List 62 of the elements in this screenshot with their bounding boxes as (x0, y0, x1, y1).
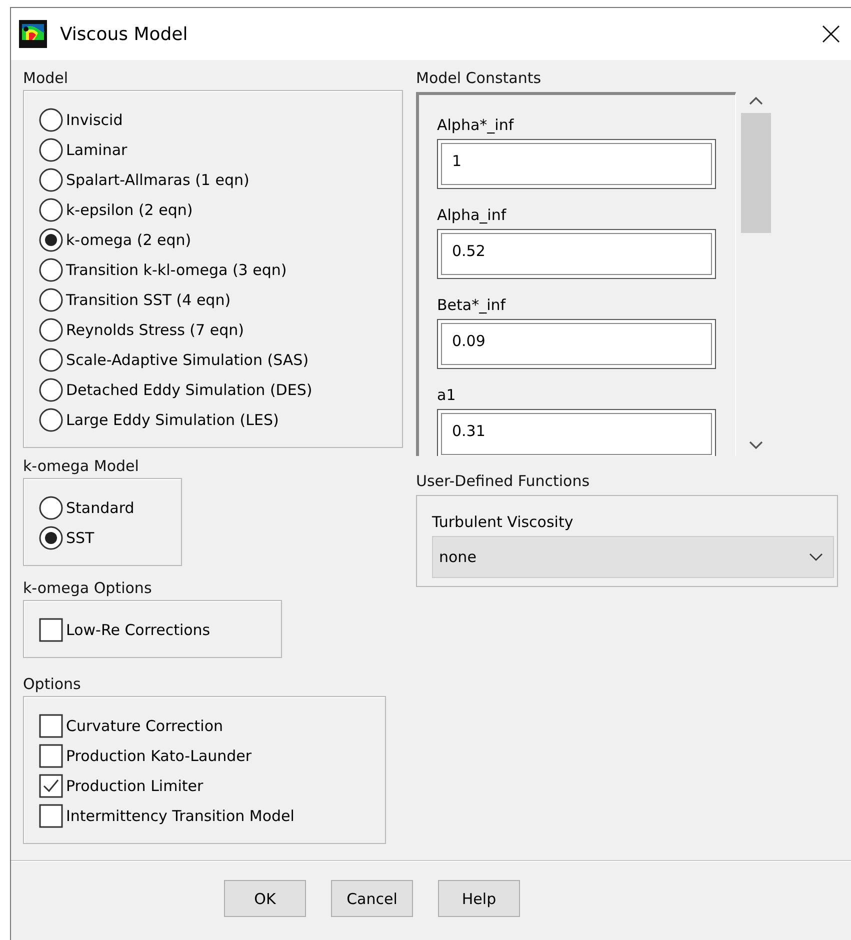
radio-button[interactable] (39, 378, 63, 402)
checkbox-option[interactable]: Curvature Correction (39, 714, 224, 738)
close-icon[interactable] (821, 24, 841, 44)
radio-option[interactable]: Detached Eddy Simulation (DES) (39, 378, 312, 402)
chevron-down-icon (809, 553, 823, 561)
radio-option[interactable]: Spalart-Allmaras (1 eqn) (39, 168, 250, 192)
radio-option[interactable]: Reynolds Stress (7 eqn) (39, 318, 244, 342)
checkbox[interactable] (39, 714, 63, 738)
radio-option[interactable]: Transition k-kl-omega (3 eqn) (39, 258, 287, 282)
radio-button[interactable] (39, 198, 63, 222)
dropdown[interactable]: none (432, 536, 834, 578)
dialog-button[interactable]: Cancel (331, 880, 413, 917)
radio-option[interactable]: Scale-Adaptive Simulation (SAS) (39, 348, 309, 372)
radio-button[interactable] (39, 138, 63, 162)
input-field[interactable]: 0.09 (437, 319, 716, 369)
radio-button[interactable] (39, 318, 63, 342)
radio-button[interactable] (39, 168, 63, 192)
field-label: Beta*_inf (437, 295, 506, 315)
radio-button[interactable] (39, 288, 63, 312)
scroll-down-icon[interactable] (749, 441, 763, 450)
group-label: k-omega Model (23, 457, 139, 475)
window-title: Viscous Model (60, 24, 189, 44)
dialog-button[interactable]: OK (224, 880, 306, 917)
radio-option[interactable]: Standard (39, 496, 134, 520)
radio-button[interactable] (39, 526, 63, 550)
checkbox-option[interactable]: Production Limiter (39, 774, 204, 798)
checkbox[interactable] (39, 804, 63, 828)
checkbox[interactable] (39, 744, 63, 768)
radio-option[interactable]: k-omega (2 eqn) (39, 228, 192, 252)
app-icon (18, 19, 48, 49)
field-label: Alpha*_inf (437, 115, 514, 135)
field-label: Alpha_inf (437, 205, 506, 225)
radio-option[interactable]: Laminar (39, 138, 128, 162)
radio-button[interactable] (39, 408, 63, 432)
radio-option[interactable]: SST (39, 526, 94, 550)
radio-option[interactable]: Transition SST (4 eqn) (39, 288, 231, 312)
group-label: Model Constants (416, 69, 542, 87)
radio-button[interactable] (39, 348, 63, 372)
radio-option[interactable]: k-epsilon (2 eqn) (39, 198, 193, 222)
radio-button[interactable] (39, 258, 63, 282)
field-label: Turbulent Viscosity (432, 512, 574, 532)
group-label: k-omega Options (23, 579, 152, 597)
input-field[interactable]: 1 (437, 139, 716, 189)
checkbox-option[interactable]: Low-Re Corrections (39, 618, 210, 642)
group-label: Options (23, 675, 81, 693)
radio-button[interactable] (39, 108, 63, 132)
checkbox-option[interactable]: Production Kato-Launder (39, 744, 252, 768)
group-label: User-Defined Functions (416, 472, 590, 490)
radio-option[interactable]: Large Eddy Simulation (LES) (39, 408, 279, 432)
scrollbar-thumb[interactable] (741, 113, 771, 233)
radio-option[interactable]: Inviscid (39, 108, 123, 132)
checkbox[interactable] (39, 618, 63, 642)
scroll-up-icon[interactable] (749, 96, 763, 105)
radio-button[interactable] (39, 496, 63, 520)
radio-button[interactable] (39, 228, 63, 252)
checkbox[interactable] (39, 774, 63, 798)
group-label: Model (23, 69, 68, 87)
dialog-button[interactable]: Help (438, 880, 520, 917)
input-field[interactable]: 0.31 (437, 409, 716, 456)
field-label: a1 (437, 385, 456, 405)
input-field[interactable]: 0.52 (437, 229, 716, 279)
checkbox-option[interactable]: Intermittency Transition Model (39, 804, 294, 828)
